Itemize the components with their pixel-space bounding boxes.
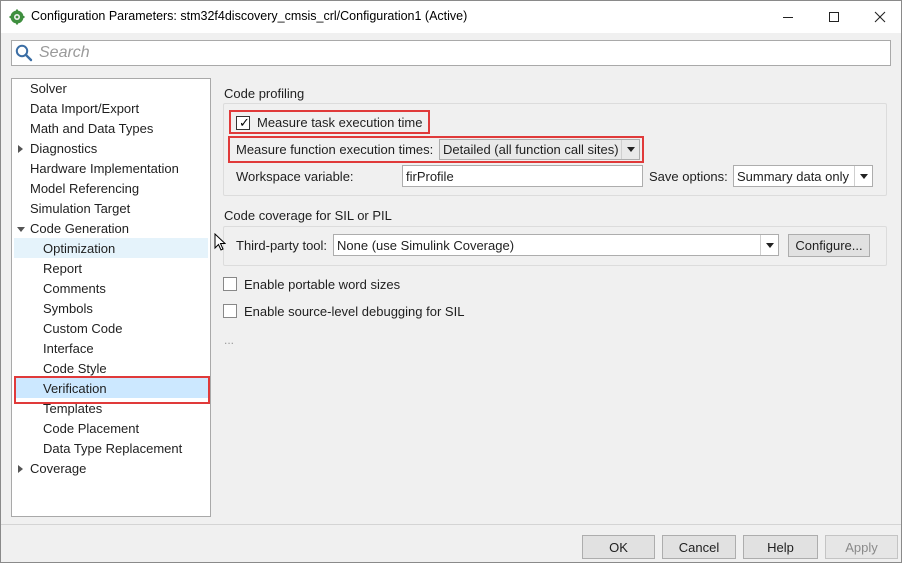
collapse-arrow-icon[interactable] xyxy=(17,227,25,232)
apply-button[interactable]: Apply xyxy=(825,535,898,559)
tree-item-interface[interactable]: Interface xyxy=(43,339,94,359)
tree-item-label: Data Type Replacement xyxy=(43,441,183,456)
tree-item-verification[interactable]: Verification xyxy=(43,379,107,399)
tree-item-label: Interface xyxy=(43,341,94,356)
minimize-button[interactable] xyxy=(765,1,811,33)
tree-item-data-type-replacement[interactable]: Data Type Replacement xyxy=(43,439,182,459)
dropdown-arrow-icon xyxy=(621,140,639,159)
measure-task-checkbox[interactable]: ✓ xyxy=(236,116,250,130)
save-options-label: Save options: xyxy=(649,169,728,184)
tree-item-label: Code Placement xyxy=(43,421,140,436)
workspace-variable-field[interactable]: firProfile xyxy=(402,165,643,187)
mouse-cursor-icon xyxy=(214,233,226,251)
portable-word-sizes-label: Enable portable word sizes xyxy=(244,277,401,292)
search-box[interactable] xyxy=(11,40,891,66)
cancel-button[interactable]: Cancel xyxy=(662,535,736,559)
third-party-tool-label: Third-party tool: xyxy=(236,238,328,253)
search-input[interactable] xyxy=(39,42,879,64)
tree-item-report[interactable]: Report xyxy=(43,259,82,279)
maximize-icon xyxy=(829,12,839,22)
workspace-variable-value: firProfile xyxy=(406,169,454,184)
window-title: Configuration Parameters: stm32f4discove… xyxy=(31,9,468,23)
tree-item-hardware-implementation[interactable]: Hardware Implementation xyxy=(30,159,179,179)
close-icon xyxy=(874,11,886,23)
portable-word-sizes-checkbox[interactable] xyxy=(223,277,237,291)
source-debug-checkbox[interactable] xyxy=(223,304,237,318)
save-options-value: Summary data only xyxy=(737,169,849,184)
measure-task-label: Measure task execution time xyxy=(257,115,423,130)
close-button[interactable] xyxy=(857,1,902,33)
tree-item-code-placement[interactable]: Code Placement xyxy=(43,419,139,439)
tree-item-model-referencing[interactable]: Model Referencing xyxy=(30,179,139,199)
tree-item-label: Verification xyxy=(43,381,107,396)
category-tree: Solver Data Import/Export Math and Data … xyxy=(11,78,211,517)
tree-item-label: Diagnostics xyxy=(30,141,98,156)
checkmark-icon: ✓ xyxy=(239,115,250,130)
third-party-tool-value: None (use Simulink Coverage) xyxy=(337,238,515,253)
expand-arrow-icon[interactable] xyxy=(18,465,23,473)
configure-button[interactable]: Configure... xyxy=(788,234,870,257)
tree-item-label: Hardware Implementation xyxy=(30,161,179,176)
tree-item-optimization[interactable]: Optimization xyxy=(43,239,115,259)
tree-item-templates[interactable]: Templates xyxy=(43,399,102,419)
tree-item-label: Simulation Target xyxy=(30,201,131,216)
maximize-button[interactable] xyxy=(811,1,857,33)
code-profiling-title: Code profiling xyxy=(224,86,305,101)
measure-function-label: Measure function execution times: xyxy=(236,142,434,157)
tree-item-custom-code[interactable]: Custom Code xyxy=(43,319,122,339)
workspace-variable-label: Workspace variable: xyxy=(236,169,354,184)
tree-item-label: Coverage xyxy=(30,461,87,476)
measure-function-value: Detailed (all function call sites) xyxy=(443,142,619,157)
tree-item-label: Model Referencing xyxy=(30,181,140,196)
minimize-icon xyxy=(783,17,793,18)
tree-item-simulation-target[interactable]: Simulation Target xyxy=(30,199,130,219)
tree-item-label: Math and Data Types xyxy=(30,121,154,136)
title-bar: Configuration Parameters: stm32f4discove… xyxy=(0,0,902,33)
expand-arrow-icon[interactable] xyxy=(18,145,23,153)
tree-item-label: Code Generation xyxy=(30,221,130,236)
save-options-dropdown[interactable]: Summary data only xyxy=(733,165,873,187)
tree-item-diagnostics[interactable]: Diagnostics xyxy=(30,139,97,159)
app-icon xyxy=(9,9,25,25)
tree-item-label: Custom Code xyxy=(43,321,123,336)
tree-item-label: Code Style xyxy=(43,361,107,376)
tree-item-label: Templates xyxy=(43,401,103,416)
tree-item-label: Optimization xyxy=(43,241,116,256)
search-icon xyxy=(15,44,33,62)
third-party-tool-dropdown[interactable]: None (use Simulink Coverage) xyxy=(333,234,779,256)
tree-item-code-style[interactable]: Code Style xyxy=(43,359,107,379)
help-button[interactable]: Help xyxy=(743,535,818,559)
tree-item-label: Solver xyxy=(30,81,67,96)
tree-item-label: Report xyxy=(43,261,83,276)
ok-button[interactable]: OK xyxy=(582,535,655,559)
tree-item-math-and-data-types[interactable]: Math and Data Types xyxy=(30,119,153,139)
more-parameters-link[interactable]: ... xyxy=(224,333,234,347)
measure-function-dropdown[interactable]: Detailed (all function call sites) xyxy=(439,139,640,160)
tree-item-label: Data Import/Export xyxy=(30,101,140,116)
dropdown-arrow-icon xyxy=(760,235,778,255)
tree-item-label: Symbols xyxy=(43,301,93,316)
tree-item-label: Comments xyxy=(43,281,106,296)
tree-item-solver[interactable]: Solver xyxy=(30,79,67,99)
source-debug-label: Enable source-level debugging for SIL xyxy=(244,304,465,319)
tree-item-code-generation[interactable]: Code Generation xyxy=(30,219,129,239)
tree-item-symbols[interactable]: Symbols xyxy=(43,299,93,319)
tree-item-data-import-export[interactable]: Data Import/Export xyxy=(30,99,139,119)
tree-item-coverage[interactable]: Coverage xyxy=(30,459,86,479)
code-coverage-title: Code coverage for SIL or PIL xyxy=(224,208,392,223)
tree-item-comments[interactable]: Comments xyxy=(43,279,106,299)
dropdown-arrow-icon xyxy=(854,166,872,186)
